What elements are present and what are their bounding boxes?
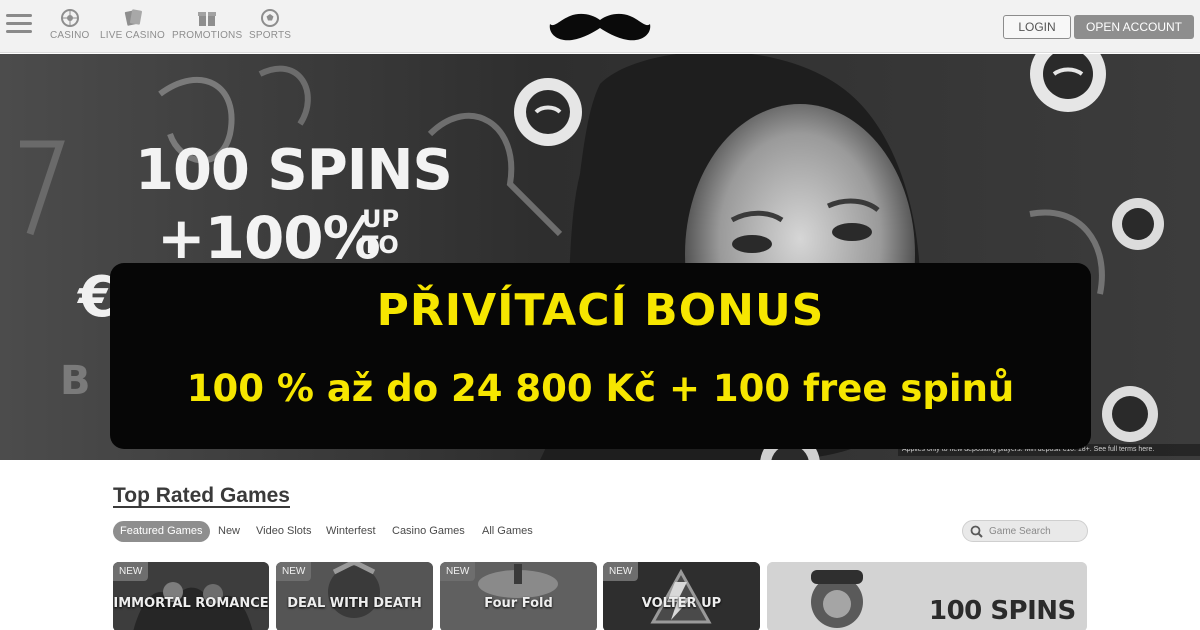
game-search[interactable]	[962, 520, 1088, 542]
game-tile-deal-with-death[interactable]: NEW DEAL WITH DEATH	[276, 562, 433, 630]
tab-featured-games[interactable]: Featured Games	[113, 521, 210, 542]
game-tile-immortal-romance[interactable]: NEW IMMORTAL ROMANCE	[113, 562, 269, 630]
hero-upto-line2: TO	[362, 231, 399, 259]
football-icon	[261, 9, 280, 27]
promo-text: 100 SPINS	[929, 596, 1076, 626]
overlay-title: PŘIVÍTACÍ BONUS	[376, 285, 825, 336]
menu-icon[interactable]	[6, 10, 32, 40]
hero-upto-line1: UP	[362, 205, 400, 233]
tab-all-games[interactable]: All Games	[482, 521, 533, 542]
roulette-icon	[60, 9, 79, 27]
search-input[interactable]	[989, 523, 1084, 539]
game-title: IMMORTAL ROMANCE	[113, 596, 269, 611]
game-tile-volter-up[interactable]: NEW VOLTER UP	[603, 562, 760, 630]
new-badge: NEW	[440, 562, 476, 581]
welcome-bonus-overlay: PŘIVÍTACÍ BONUS 100 % až do 24 800 Kč + …	[110, 263, 1091, 449]
hero-percent: +100%	[157, 204, 381, 272]
tab-video-slots[interactable]: Video Slots	[256, 521, 311, 542]
game-tile-four-fold[interactable]: NEW Four Fold	[440, 562, 597, 630]
gift-icon	[198, 12, 217, 26]
game-title: VOLTER UP	[641, 596, 722, 611]
page: CASINO LIVE CASINO PROMOTIONS SPORTS LOG…	[0, 0, 1200, 630]
nav-live-casino[interactable]: LIVE CASINO	[100, 8, 165, 41]
section-title: Top Rated Games	[113, 484, 290, 507]
nav-live-casino-label: LIVE CASINO	[100, 30, 165, 41]
tab-winterfest[interactable]: Winterfest	[326, 521, 376, 542]
game-title: DEAL WITH DEATH	[287, 596, 422, 611]
open-account-button[interactable]: OPEN ACCOUNT	[1074, 15, 1194, 39]
nav-casino[interactable]: CASINO	[50, 8, 90, 41]
search-icon	[970, 525, 983, 538]
svg-text:B: B	[60, 358, 91, 404]
hero-upto: UP TO	[362, 206, 399, 258]
mustache-icon[interactable]	[548, 10, 652, 44]
promo-tile[interactable]: 100 SPINS	[767, 562, 1087, 630]
new-badge: NEW	[603, 562, 639, 581]
nav-promotions[interactable]: PROMOTIONS	[172, 8, 242, 41]
nav-promotions-label: PROMOTIONS	[172, 30, 243, 41]
tab-casino-games[interactable]: Casino Games	[392, 521, 465, 542]
top-navigation-bar: CASINO LIVE CASINO PROMOTIONS SPORTS LOG…	[0, 0, 1200, 53]
nav-sports-label: SPORTS	[249, 30, 292, 41]
tab-new[interactable]: New	[218, 521, 240, 542]
new-badge: NEW	[113, 562, 149, 581]
overlay-subtitle: 100 % až do 24 800 Kč + 100 free spinů	[186, 367, 1015, 410]
new-badge: NEW	[276, 562, 312, 581]
nav-casino-label: CASINO	[50, 30, 90, 41]
nav-sports[interactable]: SPORTS	[249, 8, 291, 41]
cards-icon	[124, 9, 142, 26]
game-title: Four Fold	[484, 596, 553, 611]
login-button[interactable]: LOGIN	[1003, 15, 1071, 39]
hero-headline: 100 SPINS	[135, 138, 453, 203]
